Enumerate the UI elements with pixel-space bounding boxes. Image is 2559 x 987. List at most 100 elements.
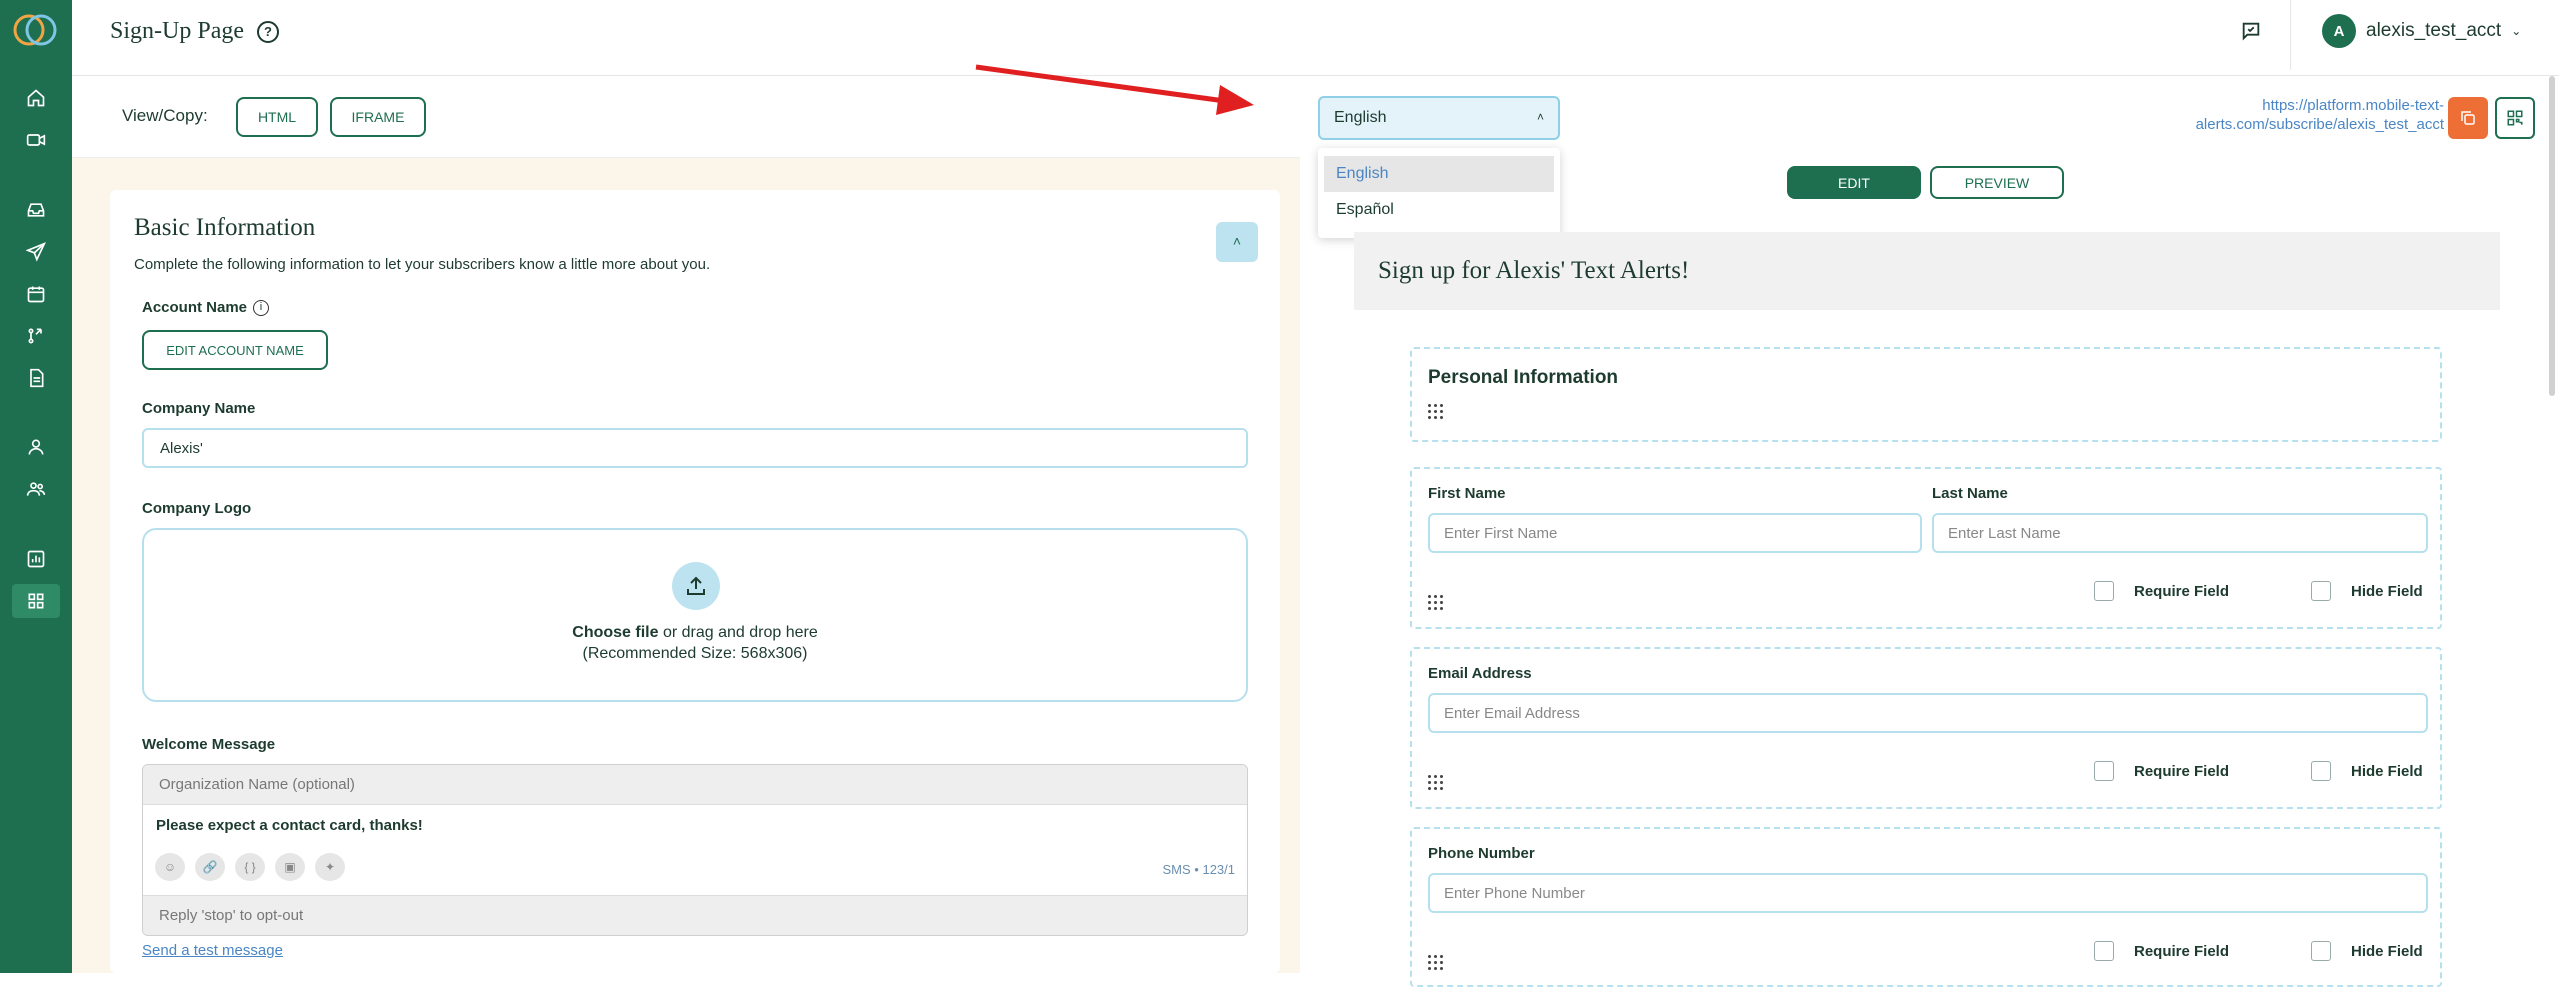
link-icon[interactable]: 🔗: [195, 853, 225, 881]
feedback-chat-icon[interactable]: [2240, 20, 2262, 42]
account-name: alexis_test_acct: [2366, 20, 2502, 41]
language-option-english[interactable]: English: [1324, 156, 1554, 192]
hide-field-checkbox[interactable]: Hide Field: [2311, 761, 2423, 781]
checkbox[interactable]: [2311, 761, 2331, 781]
email-field-block[interactable]: Email Address Enter Email Address Requir…: [1410, 647, 2442, 809]
header-divider: [2290, 0, 2291, 70]
iframe-button[interactable]: IFRAME: [330, 97, 426, 137]
annotation-arrow-icon: [975, 64, 1254, 115]
inbox-icon[interactable]: [22, 196, 50, 224]
sidebar: [0, 0, 72, 973]
copy-icon: [2461, 111, 2475, 125]
company-name-label: Company Name: [142, 400, 256, 417]
scrollbar[interactable]: [2549, 76, 2555, 396]
require-field-checkbox[interactable]: Require Field: [2094, 581, 2229, 601]
first-name-input[interactable]: Enter First Name: [1428, 513, 1922, 553]
checkbox[interactable]: [2311, 581, 2331, 601]
require-field-checkbox[interactable]: Require Field: [2094, 941, 2229, 961]
account-name-label-text: Account Name: [142, 299, 248, 316]
preview-button[interactable]: PREVIEW: [1930, 166, 2064, 199]
drag-handle-icon[interactable]: [1428, 595, 1444, 610]
checkbox[interactable]: [2311, 941, 2331, 961]
magic-icon[interactable]: ✦: [315, 853, 345, 881]
opt-out-text: Reply 'stop' to opt-out: [143, 895, 1247, 935]
section-title: Basic Information: [134, 214, 316, 241]
require-field-label: Require Field: [2134, 942, 2230, 960]
home-icon[interactable]: [22, 84, 50, 112]
message-toolbar: ☺ 🔗 { } ▣ ✦: [155, 853, 345, 881]
upload-icon: [672, 562, 720, 610]
email-label: Email Address: [1428, 665, 1532, 682]
brand-logo-icon[interactable]: [10, 10, 60, 50]
video-icon[interactable]: [22, 126, 50, 154]
qr-code-icon: [2507, 110, 2523, 126]
name-fields-block[interactable]: First Name Enter First Name Last Name En…: [1410, 467, 2442, 629]
require-field-label: Require Field: [2134, 762, 2230, 780]
chevron-down-icon: ⌄: [2511, 24, 2522, 38]
welcome-message-label: Welcome Message: [142, 736, 276, 753]
avatar: A: [2322, 14, 2356, 48]
section-subtitle: Complete the following information to le…: [134, 256, 711, 273]
drag-handle-icon[interactable]: [1428, 404, 1444, 419]
last-name-label: Last Name: [1932, 485, 2008, 502]
drag-handle-icon[interactable]: [1428, 775, 1444, 790]
help-icon[interactable]: ?: [257, 21, 279, 43]
message-text[interactable]: Please expect a contact card, thanks!: [156, 817, 423, 834]
checkbox[interactable]: [2094, 581, 2114, 601]
info-icon[interactable]: i: [253, 300, 270, 317]
personal-information-block[interactable]: Personal Information: [1410, 347, 2442, 442]
language-select[interactable]: English ˄: [1318, 96, 1560, 140]
phone-field-block[interactable]: Phone Number Enter Phone Number Require …: [1410, 827, 2442, 987]
form-title: Sign up for Alexis' Text Alerts!: [1354, 232, 2500, 310]
workflow-icon[interactable]: [22, 322, 50, 350]
company-name-input[interactable]: Alexis': [142, 428, 1248, 468]
variable-icon[interactable]: { }: [235, 853, 265, 881]
welcome-message-editor: Organization Name (optional) Please expe…: [142, 764, 1248, 936]
send-icon[interactable]: [22, 238, 50, 266]
hide-field-label: Hide Field: [2351, 582, 2423, 600]
hide-field-checkbox[interactable]: Hide Field: [2311, 941, 2423, 961]
account-menu[interactable]: A alexis_test_acct ⌄: [2322, 14, 2521, 48]
edit-button[interactable]: EDIT: [1787, 166, 1921, 199]
phone-label: Phone Number: [1428, 845, 1535, 862]
upload-hint: or drag and drop here: [658, 624, 818, 641]
users-icon[interactable]: [22, 475, 50, 503]
calendar-icon[interactable]: [22, 280, 50, 308]
collapse-button[interactable]: ˄: [1216, 222, 1258, 262]
require-field-checkbox[interactable]: Require Field: [2094, 761, 2229, 781]
send-test-message-link[interactable]: Send a test message: [142, 942, 283, 959]
emoji-icon[interactable]: ☺: [155, 853, 185, 881]
drag-handle-icon[interactable]: [1428, 955, 1444, 970]
checkbox[interactable]: [2094, 941, 2114, 961]
analytics-icon[interactable]: [22, 545, 50, 573]
clipboard-icon[interactable]: ▣: [275, 853, 305, 881]
edit-account-name-button[interactable]: EDIT ACCOUNT NAME: [142, 330, 328, 370]
html-button[interactable]: HTML: [236, 97, 318, 137]
choose-file-link[interactable]: Choose file: [572, 624, 658, 641]
document-icon[interactable]: [22, 364, 50, 392]
language-selected: English: [1334, 109, 1387, 126]
last-name-input[interactable]: Enter Last Name: [1932, 513, 2428, 553]
email-input[interactable]: Enter Email Address: [1428, 693, 2428, 733]
hide-field-label: Hide Field: [2351, 942, 2423, 960]
checkbox[interactable]: [2094, 761, 2114, 781]
qr-code-button[interactable]: [2495, 97, 2535, 139]
phone-input[interactable]: Enter Phone Number: [1428, 873, 2428, 913]
apps-grid-icon[interactable]: [12, 584, 60, 618]
sms-count: SMS • 123/1: [1162, 862, 1235, 877]
upload-size-hint: (Recommended Size: 568x306): [582, 645, 808, 662]
copy-url-button[interactable]: [2448, 97, 2488, 139]
page-title: Sign-Up Page: [110, 18, 244, 44]
language-option-espanol[interactable]: Español: [1324, 192, 1554, 228]
chevron-up-icon: ˄: [1536, 110, 1544, 124]
require-field-label: Require Field: [2134, 582, 2230, 600]
first-name-label: First Name: [1428, 485, 1506, 502]
hide-field-checkbox[interactable]: Hide Field: [2311, 581, 2423, 601]
basic-information-card: Basic Information Complete the following…: [110, 190, 1280, 973]
organization-name-input[interactable]: Organization Name (optional): [143, 765, 1247, 805]
language-dropdown-menu: English Español: [1318, 148, 1560, 238]
logo-upload-dropzone[interactable]: Choose file or drag and drop here (Recom…: [142, 528, 1248, 702]
signup-url-link[interactable]: https://platform.mobile-text-alerts.com/…: [2130, 96, 2444, 134]
user-icon[interactable]: [22, 433, 50, 461]
account-name-label: Account Name i: [142, 299, 270, 317]
